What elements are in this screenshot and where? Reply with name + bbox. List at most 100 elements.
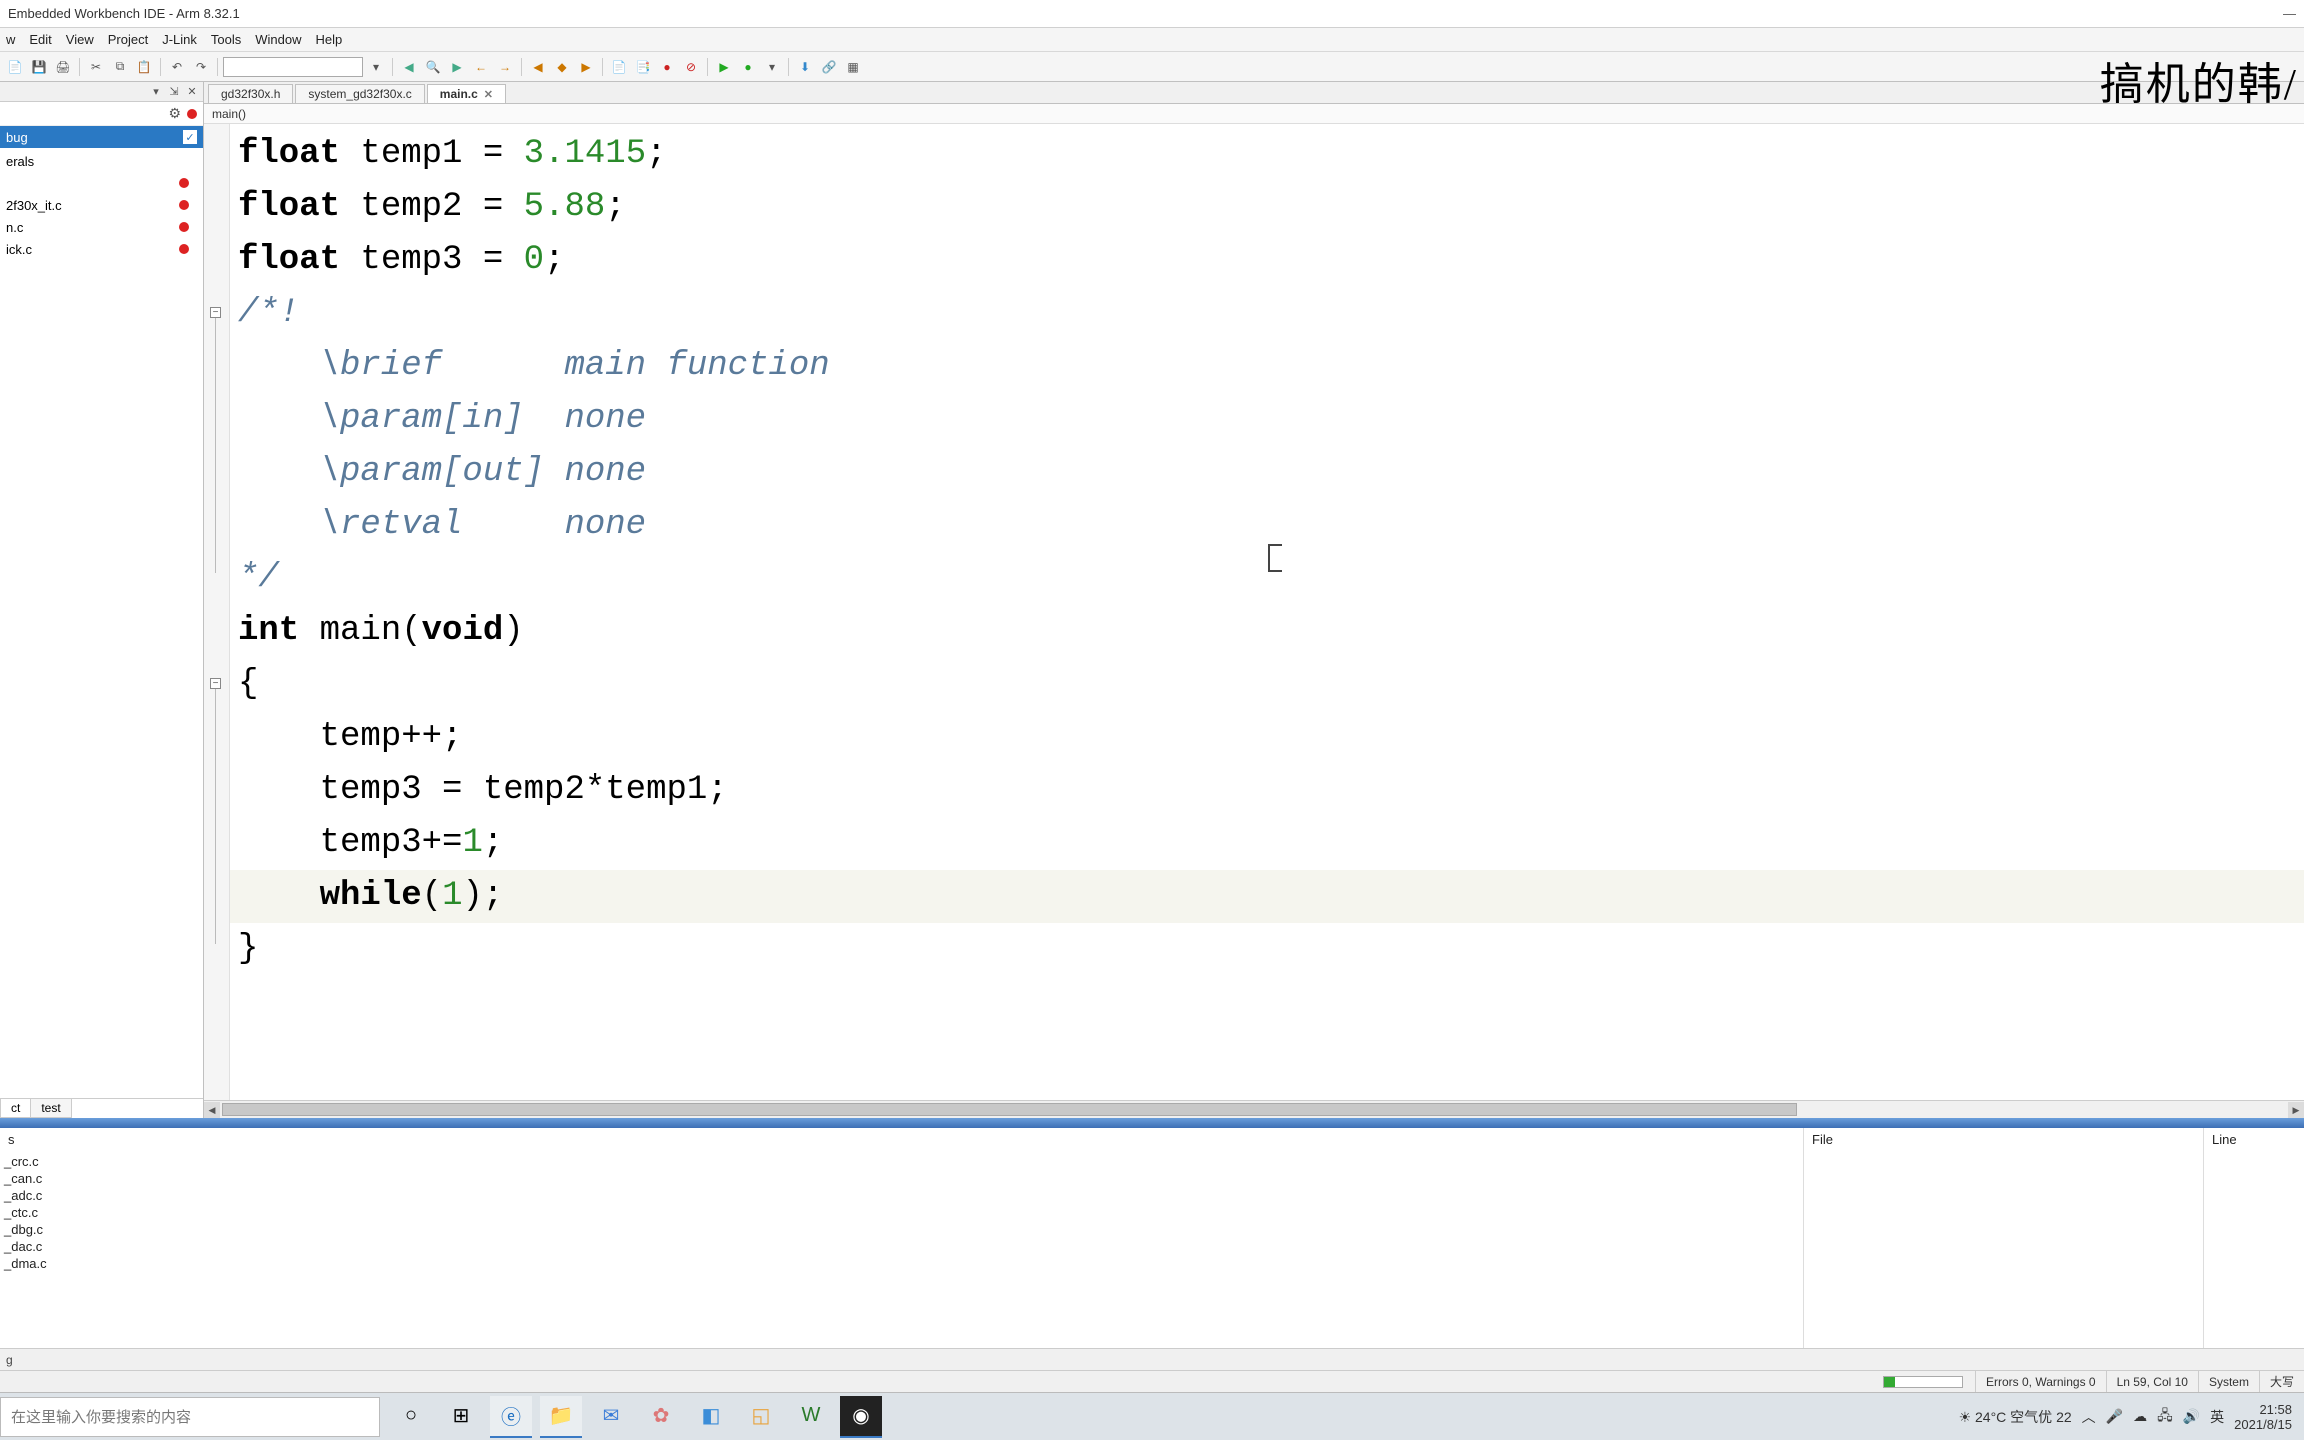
gear-icon[interactable]: ⚙ — [168, 105, 181, 122]
workspace-item[interactable]: ick.c — [0, 238, 203, 260]
tray-net-icon[interactable]: 🖧 — [2157, 1405, 2173, 1429]
build-message[interactable]: _ctc.c — [0, 1204, 1803, 1221]
workspace-item[interactable]: 2f30x_it.c — [0, 194, 203, 216]
search-combo[interactable] — [223, 57, 363, 77]
workspace-tree[interactable]: erals 2f30x_it.cn.cick.c — [0, 148, 203, 1098]
editor-tab[interactable]: gd32f30x.h — [208, 84, 293, 103]
new-icon[interactable]: 📄 — [4, 56, 26, 78]
system-tray[interactable]: ☀ 24°C 空气优 22 ︿ 🎤 ☁ 🖧 🔊 英 21:58 2021/8/1… — [1959, 1402, 2304, 1432]
dropdown-icon[interactable]: ▾ — [365, 56, 387, 78]
minimize-button[interactable]: — — [2283, 6, 2296, 21]
fold-margin[interactable]: −− — [204, 124, 230, 1100]
toggle-bp-icon[interactable]: ● — [656, 56, 678, 78]
bookmark-icon[interactable]: ◆ — [551, 56, 573, 78]
menu-item-edit[interactable]: Edit — [29, 32, 51, 47]
scroll-right-icon[interactable]: ▶ — [2288, 1102, 2304, 1118]
code-line[interactable]: temp3 = temp2*temp1; — [238, 764, 2296, 817]
copy-icon[interactable]: ⧉ — [109, 56, 131, 78]
dropdown-icon[interactable]: ▾ — [149, 85, 163, 99]
build-message[interactable]: _crc.c — [0, 1153, 1803, 1170]
build-message[interactable]: _dbg.c — [0, 1221, 1803, 1238]
build-message[interactable]: _can.c — [0, 1170, 1803, 1187]
build-message[interactable]: _dma.c — [0, 1255, 1803, 1272]
undo-icon[interactable]: ↶ — [166, 56, 188, 78]
pin-icon[interactable]: ⇲ — [167, 85, 181, 99]
bookmark-prev-icon[interactable]: ◀ — [527, 56, 549, 78]
workspace-tab[interactable]: ct — [0, 1099, 31, 1118]
menu-item-window[interactable]: Window — [255, 32, 301, 47]
cut-icon[interactable]: ✂ — [85, 56, 107, 78]
redo-icon[interactable]: ↷ — [190, 56, 212, 78]
compile-icon[interactable]: 📄 — [608, 56, 630, 78]
code-line[interactable]: \param[in] none — [238, 393, 2296, 446]
app3-icon[interactable]: ◱ — [740, 1396, 782, 1438]
app2-icon[interactable]: ◧ — [690, 1396, 732, 1438]
make-icon[interactable]: 📑 — [632, 56, 654, 78]
menu-item-w[interactable]: w — [6, 32, 15, 47]
build-message[interactable]: _adc.c — [0, 1187, 1803, 1204]
workspace-item[interactable]: n.c — [0, 216, 203, 238]
tray-mic-icon[interactable]: 🎤 — [2106, 1408, 2123, 1425]
menu-item-tools[interactable]: Tools — [211, 32, 241, 47]
cortana-icon[interactable]: ○ — [390, 1396, 432, 1438]
bookmark-next-icon[interactable]: ▶ — [575, 56, 597, 78]
tray-ime-lang[interactable]: 英 — [2210, 1407, 2224, 1427]
tray-chevron-icon[interactable]: ︿ — [2082, 1407, 2096, 1427]
paste-icon[interactable]: 📋 — [133, 56, 155, 78]
menu-item-project[interactable]: Project — [108, 32, 148, 47]
module-icon[interactable]: ▦ — [842, 56, 864, 78]
weather-widget[interactable]: ☀ 24°C 空气优 22 — [1959, 1407, 2072, 1427]
fold-toggle-icon[interactable]: − — [210, 307, 221, 318]
scroll-left-icon[interactable]: ◀ — [204, 1102, 220, 1118]
nav-fwd-icon[interactable]: ▶ — [446, 56, 468, 78]
config-selector[interactable]: bug ✓ — [0, 126, 203, 148]
log-tab[interactable]: g — [6, 1353, 13, 1367]
taskbar-search[interactable]: 在这里输入你要搜索的内容 — [0, 1397, 380, 1437]
editor-tab[interactable]: main.c✕ — [427, 84, 506, 103]
build-list[interactable]: _crc.c_can.c_adc.c_ctc.c_dbg.c_dac.c_dma… — [0, 1151, 1803, 1274]
save-icon[interactable]: 💾 — [28, 56, 50, 78]
workspace-item[interactable] — [0, 172, 203, 194]
step-back-icon[interactable]: ← — [470, 56, 492, 78]
code-line[interactable]: /*! — [238, 287, 2296, 340]
code-line[interactable]: } — [238, 923, 2296, 976]
taskview-icon[interactable]: ⊞ — [440, 1396, 482, 1438]
explorer-icon[interactable]: 📁 — [540, 1396, 582, 1438]
go-icon[interactable]: ● — [737, 56, 759, 78]
app1-icon[interactable]: ✿ — [640, 1396, 682, 1438]
workspace-tab[interactable]: test — [30, 1099, 71, 1118]
code-line[interactable]: temp3+=1; — [238, 817, 2296, 870]
code-line[interactable]: \param[out] none — [238, 446, 2296, 499]
editor-tab[interactable]: system_gd32f30x.c — [295, 84, 424, 103]
code-line[interactable]: float temp3 = 0; — [238, 234, 2296, 287]
tray-clock[interactable]: 21:58 2021/8/15 — [2234, 1402, 2292, 1432]
nav-back-icon[interactable]: ◀ — [398, 56, 420, 78]
build-message[interactable]: _dac.c — [0, 1238, 1803, 1255]
function-dropdown[interactable]: main() — [204, 104, 2304, 124]
horizontal-scrollbar[interactable]: ◀ ▶ — [204, 1100, 2304, 1118]
app4-icon[interactable]: W — [790, 1396, 832, 1438]
menu-item-view[interactable]: View — [66, 32, 94, 47]
code-line[interactable]: \brief main function — [238, 340, 2296, 393]
code-line[interactable]: float temp1 = 3.1415; — [238, 128, 2296, 181]
code-line[interactable]: while(1); — [238, 870, 2296, 923]
mail-icon[interactable]: ✉ — [590, 1396, 632, 1438]
edge-icon[interactable]: ⓔ — [490, 1396, 532, 1438]
print-icon[interactable]: 🖨 — [52, 56, 74, 78]
menu-item-j-link[interactable]: J-Link — [162, 32, 197, 47]
fold-toggle-icon[interactable]: − — [210, 678, 221, 689]
tray-vol-icon[interactable]: 🔊 — [2183, 1408, 2200, 1425]
debug-icon[interactable]: ▶ — [713, 56, 735, 78]
code-line[interactable]: int main(void) — [238, 605, 2296, 658]
code-line[interactable]: */ — [238, 552, 2296, 605]
find-icon[interactable]: 🔍 — [422, 56, 444, 78]
code-line[interactable]: temp++; — [238, 711, 2296, 764]
tray-cloud-icon[interactable]: ☁ — [2133, 1408, 2147, 1425]
code-line[interactable]: float temp2 = 5.88; — [238, 181, 2296, 234]
dropdown2-icon[interactable]: ▾ — [761, 56, 783, 78]
workspace-item[interactable]: erals — [0, 150, 203, 172]
splitter[interactable] — [0, 1118, 2304, 1128]
close-icon[interactable]: ✕ — [185, 85, 199, 99]
code-line[interactable]: \retval none — [238, 499, 2296, 552]
menu-item-help[interactable]: Help — [316, 32, 343, 47]
